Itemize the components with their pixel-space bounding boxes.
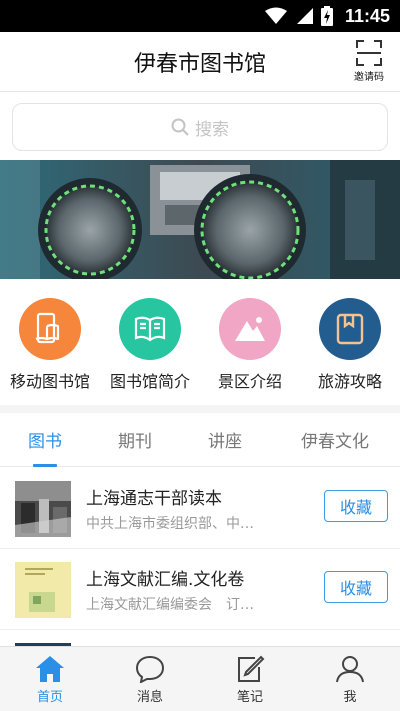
status-bar: 11:45 (0, 0, 400, 32)
category-tabs: 图书 期刊 讲座 伊春文化 (0, 413, 400, 467)
tab-label: 讲座 (208, 432, 242, 452)
quick-menu: 移动图书馆 图书馆简介 景区介绍 旅游攻略 (0, 290, 400, 400)
book-title: 上海文献汇编.文化卷 (86, 570, 245, 590)
home-icon (36, 656, 64, 682)
book-author: 上海文献汇编编委会 订… (86, 597, 254, 613)
quick-item-label: 旅游攻略 (317, 372, 382, 391)
scan-icon (356, 40, 382, 66)
quick-item-icon-bg (219, 298, 281, 360)
search-icon (171, 118, 189, 136)
nav-profile[interactable]: 我 (300, 647, 400, 711)
mountain-icon (235, 317, 265, 341)
nav-notes[interactable]: 笔记 (200, 647, 300, 711)
nav-label: 笔记 (236, 690, 263, 705)
tab-active-indicator (33, 464, 57, 467)
book-cover (15, 562, 71, 618)
note-icon (238, 655, 265, 682)
tab-yichun-culture[interactable]: 伊春文化 (270, 413, 400, 466)
nav-label: 首页 (36, 690, 63, 705)
search-input[interactable]: 搜索 (12, 103, 388, 151)
book-cover-image (15, 481, 71, 537)
tab-books[interactable]: 图书 (0, 413, 90, 467)
book-list: 上海通志干部读本 中共上海市委组织部、中… 收藏 上海文献汇编.文化卷 上海文献… (0, 468, 400, 646)
search-placeholder: 搜索 (195, 119, 229, 140)
quick-item-icon-bg (19, 298, 81, 360)
quick-item-label: 景区介绍 (217, 372, 282, 391)
invite-code-label: 邀请码 (354, 72, 384, 83)
nav-label: 消息 (136, 690, 163, 705)
battery-icon (320, 6, 333, 26)
list-item[interactable]: 上海文献汇编.文化卷 上海文献汇编编委会 订… 收藏 (0, 549, 400, 630)
tab-label: 伊春文化 (301, 432, 369, 452)
section-divider (0, 405, 400, 413)
status-time: 11:45 (344, 5, 390, 26)
page-title: 伊春市图书馆 (133, 52, 266, 77)
open-book-icon (134, 316, 166, 342)
book-cover-image (15, 562, 71, 618)
quick-item-label: 移动图书馆 (9, 372, 90, 391)
list-item[interactable] (0, 630, 400, 646)
quick-item-scenic-spots[interactable]: 景区介绍 (200, 290, 300, 400)
wifi-icon (264, 7, 287, 24)
book-title: 上海通志干部读本 (86, 489, 222, 509)
quick-item-icon-bg (119, 298, 181, 360)
message-icon (135, 655, 165, 683)
tab-journals[interactable]: 期刊 (90, 413, 180, 466)
book-author: 中共上海市委组织部、中… (86, 516, 254, 532)
app-header: 伊春市图书馆 邀请码 (0, 32, 400, 92)
cell-signal-icon (296, 8, 313, 24)
banner-image (0, 160, 400, 279)
promo-banner[interactable] (0, 160, 400, 279)
nav-messages[interactable]: 消息 (100, 647, 200, 711)
bookmark-book-icon (336, 313, 364, 345)
invite-code-button[interactable]: 邀请码 (352, 40, 386, 83)
bottom-navigation: 首页 消息 笔记 我 (0, 646, 400, 711)
quick-item-icon-bg (319, 298, 381, 360)
quick-item-travel-guide[interactable]: 旅游攻略 (300, 290, 400, 400)
quick-item-library-intro[interactable]: 图书馆简介 (100, 290, 200, 400)
tab-label: 图书 (28, 432, 62, 452)
profile-icon (336, 656, 364, 683)
book-cover (15, 481, 71, 537)
favorite-button[interactable]: 收藏 (324, 571, 388, 603)
quick-item-label: 图书馆简介 (109, 372, 190, 391)
mobile-book-icon (35, 312, 60, 344)
nav-label: 我 (343, 690, 357, 705)
favorite-button[interactable]: 收藏 (324, 490, 388, 522)
nav-home[interactable]: 首页 (0, 647, 100, 711)
list-item[interactable]: 上海通志干部读本 中共上海市委组织部、中… 收藏 (0, 468, 400, 549)
tab-label: 期刊 (118, 432, 152, 452)
tab-lectures[interactable]: 讲座 (180, 413, 270, 466)
quick-item-mobile-library[interactable]: 移动图书馆 (0, 290, 100, 400)
